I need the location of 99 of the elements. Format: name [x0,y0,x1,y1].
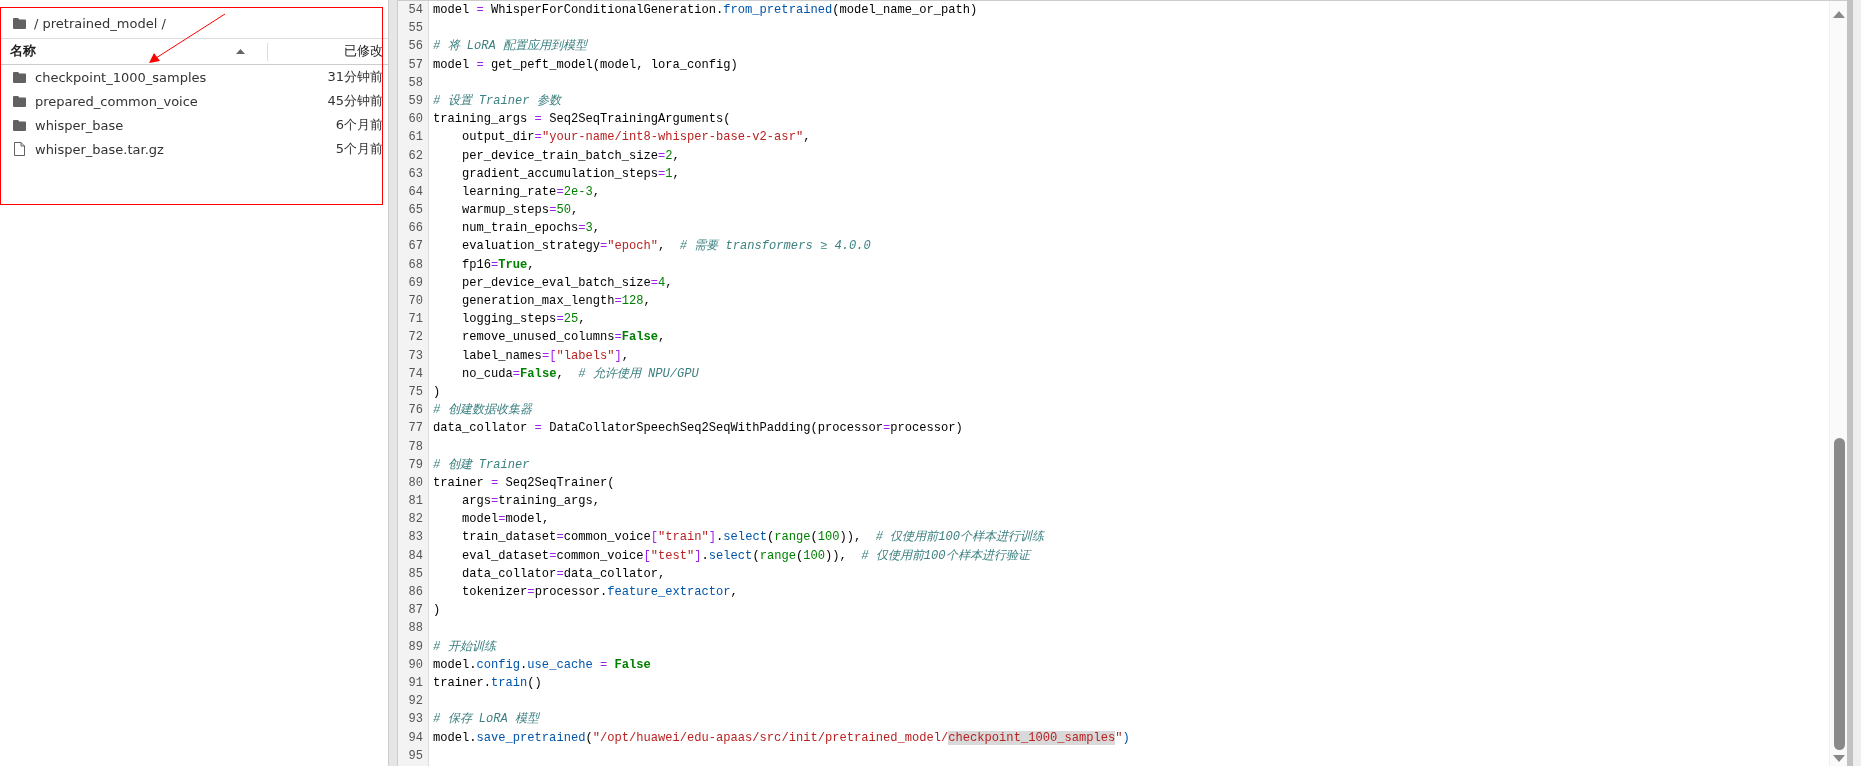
line-number: 67 [407,238,424,256]
line-number: 72 [407,329,424,347]
code-line: # 开始训练 [433,638,498,656]
folder-icon [13,119,26,131]
code-line: trainer = Seq2SeqTrainer( [433,474,616,492]
line-number: 92 [407,693,424,711]
line-number: 60 [407,111,424,129]
code-line: evaluation_strategy="epoch", # 需要 transformers ≥ 4.0.0 [461,238,872,256]
code-line: model.config.use_cache = False [433,656,652,674]
line-number: 75 [407,383,424,401]
code-line: per_device_train_batch_size=2, [461,147,681,165]
code-line: label_names=["labels"], [461,347,630,365]
line-number: 76 [407,402,424,420]
code-line: logging_steps=25, [461,311,587,329]
code-line: data_collator=data_collator, [461,565,667,583]
line-number: 82 [407,511,424,529]
line-number: 66 [407,220,424,238]
code-line: gradient_accumulation_steps=1, [461,165,681,183]
line-number: 78 [407,438,424,456]
modified-time: 5个月前 [335,140,383,158]
line-number: 71 [407,311,424,329]
code-line: model.save_pretrained("/opt/huawei/edu-apaas/src/init/pretrained_model/checkpoint_1000_samples") [433,729,1131,747]
line-number: 68 [407,256,424,274]
line-number: 54 [407,2,424,19]
code-line: warmup_steps=50, [461,202,580,220]
file-name[interactable]: whisper_base [35,117,327,133]
code-line: ) [433,602,442,620]
line-number: 81 [407,493,424,511]
line-number: 65 [407,202,424,220]
code-line: trainer.train() [433,674,543,692]
line-number: 87 [407,602,424,620]
line-number: 84 [407,547,424,565]
code-line: train_dataset=common_voice["train"].select(range(100)), # 仅使用前100个样本进行训练 [461,529,1046,547]
column-header[interactable]: 名称 [0,43,36,60]
code-line: # 创建数据收集器 [433,402,534,420]
code-line: # 创建 Trainer [433,456,531,474]
file-icon [13,142,26,156]
line-number: 74 [407,365,424,383]
code-line: no_cuda=False, # 允许使用 NPU/GPU [461,365,700,383]
code-line: # 将 LoRA 配置应用到模型 [433,38,589,56]
modified-time: 6个月前 [335,116,383,134]
code-line: num_train_epochs=3, [461,220,601,238]
line-number: 57 [407,56,424,74]
line-number: 77 [407,420,424,438]
vertical-scrollbar[interactable] [1829,1,1847,766]
code-line: learning_rate=2e-3, [461,183,601,201]
line-number: 62 [407,147,424,165]
line-number: 83 [407,529,424,547]
scroll-up-icon[interactable] [1833,11,1845,18]
code-line: training_args = Seq2SeqTrainingArguments( [433,111,732,129]
line-number: 90 [407,656,424,674]
line-number: 85 [407,565,424,583]
line-number: 69 [407,274,424,292]
line-number: 73 [407,347,424,365]
column-header[interactable]: 已修改 [268,43,388,60]
code-line: args=training_args, [461,493,601,511]
line-number: 70 [407,293,424,310]
file-name[interactable]: prepared_common_voice [35,93,319,109]
code-line: fp16=True, [461,256,536,274]
code-line: remove_unused_columns=False, [461,329,667,347]
line-number: 63 [407,165,424,183]
line-number: 86 [407,584,424,601]
code-line: generation_max_length=128, [461,293,652,310]
line-number: 79 [407,456,424,474]
code-line: data_collator = DataCollatorSpeechSeq2SeqWithPadding(processor=processor) [433,420,964,438]
line-number: 58 [407,74,424,92]
folder-icon [13,71,26,83]
line-number: 91 [407,674,424,692]
line-number: 89 [407,638,424,656]
scroll-down-icon[interactable] [1833,755,1845,762]
code-line: tokenizer=processor.feature_extractor, [461,584,739,601]
line-number: 93 [407,711,424,729]
line-number: 95 [407,747,424,765]
code-line: model=model, [461,511,551,529]
file-name[interactable]: whisper_base.tar.gz [35,141,327,157]
line-number: 61 [407,129,424,147]
code-line: ) [433,383,442,401]
code-line: model = WhisperForConditionalGeneration.from_pretrained(model_name_or_path) [433,2,979,19]
code-line: model = get_peft_model(model, lora_config) [433,56,739,74]
breadcrumb-path[interactable]: / pretrained_model / [34,15,166,31]
code-line: per_device_eval_batch_size=4, [461,274,674,292]
line-number: 80 [407,474,424,492]
line-number: 64 [407,183,424,201]
modified-time: 31分钟前 [327,68,383,86]
modified-time: 45分钟前 [327,92,383,110]
code-line: output_dir="your-name/int8-whisper-base-v2-asr", [461,129,812,147]
folder-icon [13,17,26,29]
line-number: 94 [407,729,424,747]
folder-icon [13,95,26,107]
file-name[interactable]: checkpoint_1000_samples [35,69,319,85]
sort-caret-icon [236,49,245,54]
line-number: 59 [407,92,424,110]
code-line: # 设置 Trainer 参数 [433,92,563,110]
line-number: 55 [407,20,424,38]
line-number: 88 [407,620,424,638]
scrollbar-thumb[interactable] [1834,438,1845,750]
code-line: eval_dataset=common_voice["test"].select(range(100)), # 仅使用前100个样本进行验证 [461,547,1033,565]
line-number: 56 [407,38,424,56]
code-line: # 保存 LoRA 模型 [433,711,541,729]
